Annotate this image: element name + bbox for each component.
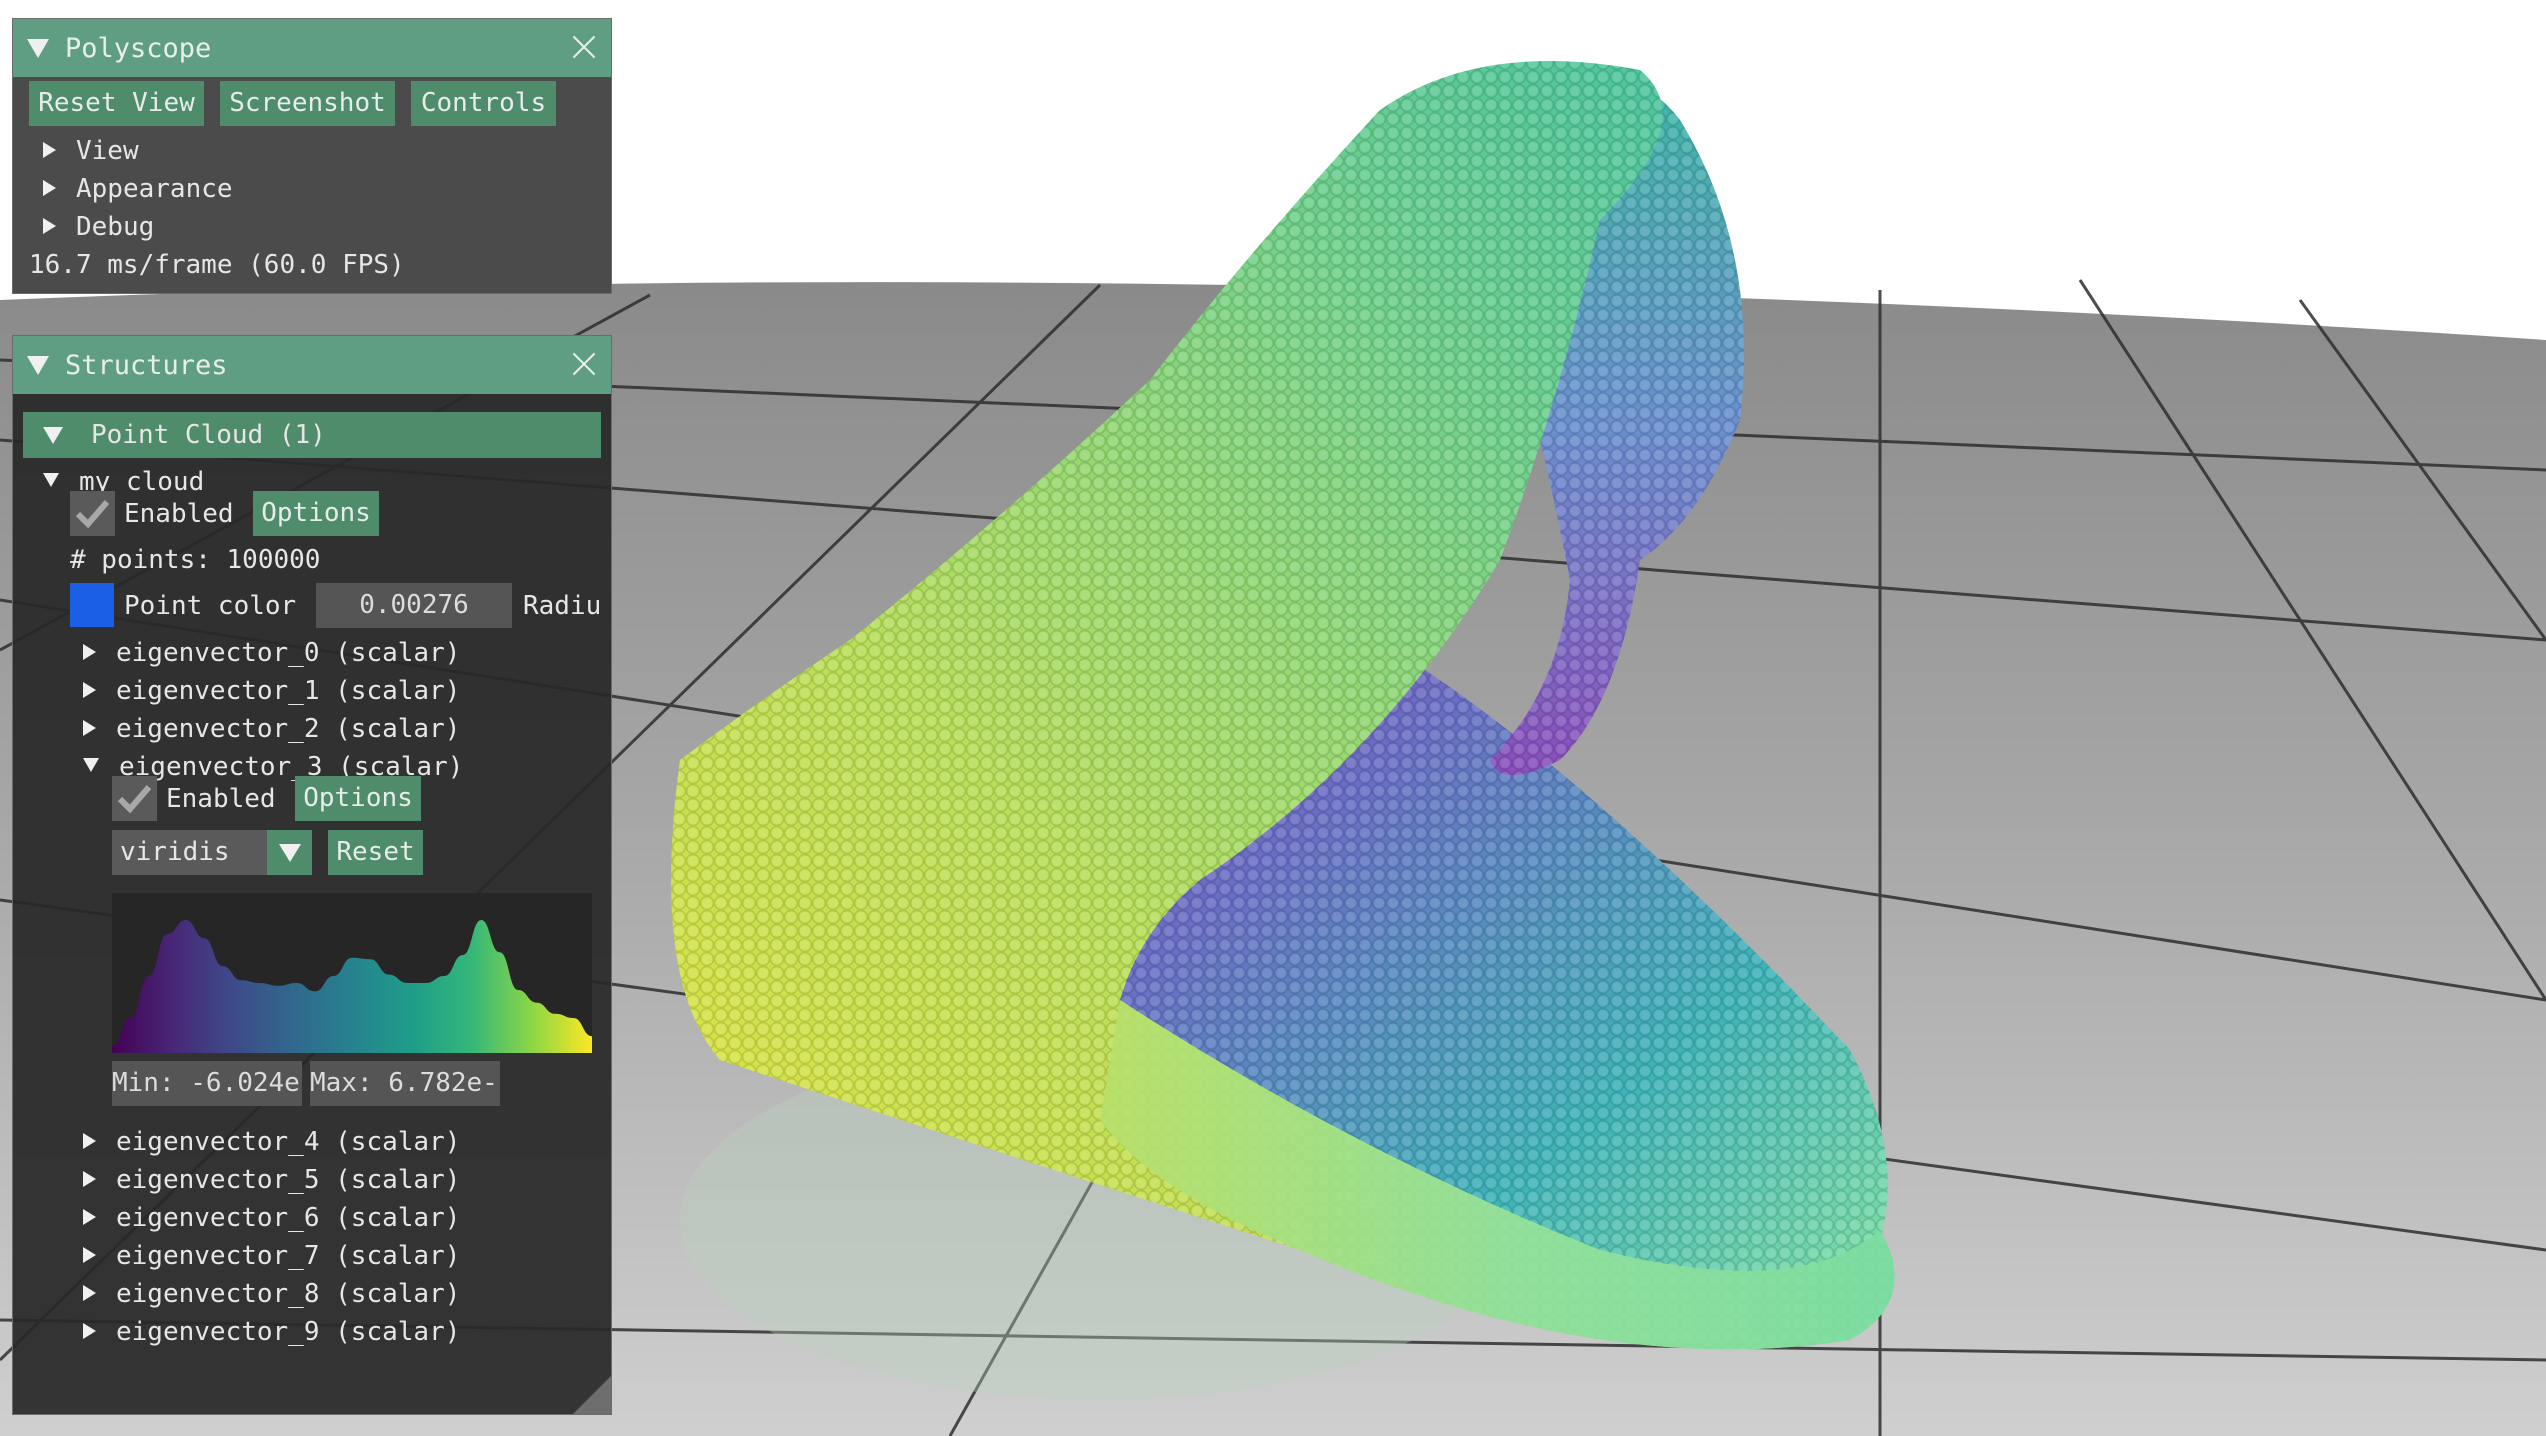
section-debug[interactable]: Debug [43,212,154,242]
collapse-triangle-icon[interactable] [27,355,49,375]
section-label: Appearance [76,174,233,204]
expand-triangle-icon [83,1171,96,1187]
min-value-field[interactable]: Min: -6.024e [112,1061,302,1106]
max-value-field[interactable]: Max: 6.782e- [310,1061,500,1106]
quantity-enabled-checkbox[interactable] [112,776,157,821]
dropdown-arrow[interactable] [267,830,312,875]
expand-triangle-icon [43,218,56,234]
expand-triangle-icon [83,1209,96,1225]
collapse-triangle-icon[interactable] [27,38,49,58]
expand-triangle-icon [83,1247,96,1263]
collapse-triangle-icon [43,426,63,444]
collapse-triangle-icon [43,473,59,487]
expand-triangle-icon [83,1323,96,1339]
quantity-item[interactable]: eigenvector_1 (scalar) [83,676,460,706]
structure-my-cloud[interactable]: my cloud [43,467,204,497]
quantity-item[interactable]: eigenvector_7 (scalar) [83,1241,460,1271]
chevron-down-icon [279,844,301,862]
quantity-label: eigenvector_1 (scalar) [116,676,461,706]
quantity-item[interactable]: eigenvector_5 (scalar) [83,1165,460,1195]
min-value: Min: -6.024e [112,1068,300,1098]
points-count: # points: 100000 [70,545,321,575]
quantity-label: eigenvector_5 (scalar) [116,1165,461,1195]
colormap-value: viridis [120,837,230,867]
expand-triangle-icon [43,142,56,158]
expand-triangle-icon [83,682,96,698]
screenshot-button[interactable]: Screenshot [220,81,395,126]
quantity-item[interactable]: eigenvector_6 (scalar) [83,1203,460,1233]
quantity-enabled-label: Enabled [166,784,276,814]
close-icon[interactable] [569,349,599,379]
quantity-item[interactable]: eigenvector_8 (scalar) [83,1279,460,1309]
quantity-label: eigenvector_0 (scalar) [116,638,461,668]
quantity-item[interactable]: eigenvector_9 (scalar) [83,1317,460,1347]
section-label: View [76,136,139,166]
radius-value: 0.00276 [359,590,469,620]
quantity-item[interactable]: eigenvector_0 (scalar) [83,638,460,668]
radius-label: Radiu [523,591,602,621]
collapse-triangle-icon [83,758,99,772]
expand-triangle-icon [83,1285,96,1301]
point-cloud-group-header[interactable]: Point Cloud (1) [23,412,601,458]
fps-readout: 16.7 ms/frame (60.0 FPS) [29,250,405,280]
max-value: Max: 6.782e- [310,1068,498,1098]
window-title: Structures [65,349,228,381]
histogram-area [112,920,592,1053]
window-title: Polyscope [65,32,212,64]
polyscope-title-bar[interactable]: Polyscope [13,19,611,77]
section-view[interactable]: View [43,136,139,166]
colormap-reset-button[interactable]: Reset [328,830,423,875]
section-appearance[interactable]: Appearance [43,174,233,204]
quantity-item[interactable]: eigenvector_4 (scalar) [83,1127,460,1157]
close-icon[interactable] [569,32,599,62]
colormap-select[interactable]: viridis [112,830,312,875]
histogram-panel [112,893,592,1053]
structures-window: Structures Point Cloud (1) my cloud Enab… [12,335,612,1415]
point-color-swatch[interactable] [70,583,114,627]
expand-triangle-icon [83,644,96,660]
quantity-item[interactable]: eigenvector_2 (scalar) [83,714,460,744]
enabled-label: Enabled [124,499,234,529]
quantity-label: eigenvector_4 (scalar) [116,1127,461,1157]
quantity-label: eigenvector_9 (scalar) [116,1317,461,1347]
enabled-checkbox[interactable] [70,491,115,536]
quantity-label: eigenvector_7 (scalar) [116,1241,461,1271]
quantity-label: eigenvector_2 (scalar) [116,714,461,744]
expand-triangle-icon [83,1133,96,1149]
quantity-label: eigenvector_6 (scalar) [116,1203,461,1233]
polyscope-window: Polyscope Reset View Screenshot Controls… [12,18,612,294]
options-button[interactable]: Options [253,491,379,536]
point-color-label: Point color [124,591,297,621]
quantity-options-button[interactable]: Options [295,776,421,821]
quantity-label: eigenvector_8 (scalar) [116,1279,461,1309]
resize-grip[interactable] [573,1376,611,1414]
reset-view-button[interactable]: Reset View [29,81,204,126]
expand-triangle-icon [43,180,56,196]
group-header-label: Point Cloud (1) [91,420,326,450]
section-label: Debug [76,212,155,242]
expand-triangle-icon [83,720,96,736]
radius-input[interactable]: 0.00276 [316,583,512,628]
histogram-chart [112,920,592,1053]
controls-button[interactable]: Controls [411,81,556,126]
structures-title-bar[interactable]: Structures [13,336,611,394]
